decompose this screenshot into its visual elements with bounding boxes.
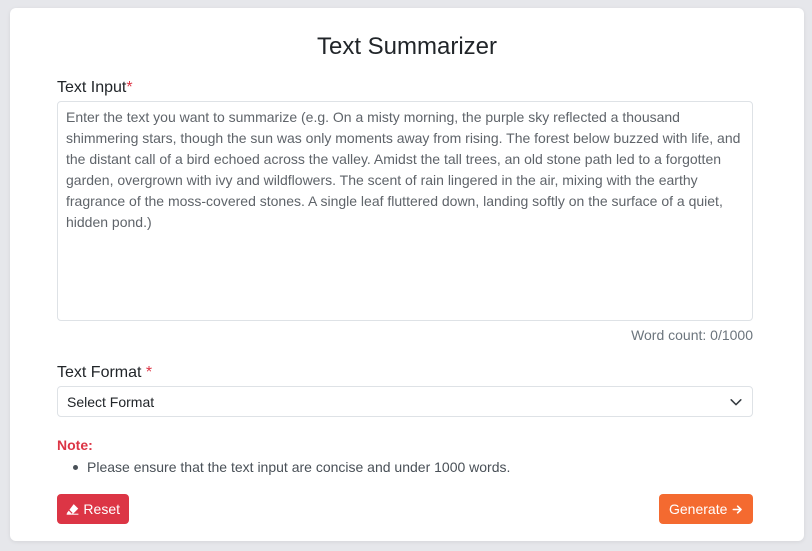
- note-item-text: Please ensure that the text input are co…: [87, 459, 511, 475]
- summarizer-card: Text Summarizer Text Input* Word count: …: [10, 8, 804, 541]
- bullet: [73, 464, 78, 470]
- text-format-label-text: Text Format: [57, 364, 142, 381]
- page-title: Text Summarizer: [316, 33, 498, 60]
- text-input-label: Text Input*: [57, 79, 133, 97]
- note-item: Please ensure that the text input are co…: [73, 459, 510, 475]
- reset-button-label: Reset: [83, 501, 120, 517]
- format-select[interactable]: Select Format: [57, 386, 753, 417]
- text-input-label-text: Text Input: [57, 79, 127, 96]
- text-input-field[interactable]: [57, 101, 753, 321]
- chevron-down-icon: [730, 398, 742, 405]
- generate-button-label: Generate: [669, 501, 728, 517]
- required-mark: *: [145, 364, 153, 381]
- note-list: Please ensure that the text input are co…: [73, 459, 510, 475]
- text-format-label: Text Format *: [57, 364, 152, 382]
- required-mark: *: [126, 79, 133, 96]
- word-count: Word count: 0/1000: [631, 327, 753, 343]
- eraser-icon: [66, 504, 79, 515]
- generate-button[interactable]: Generate: [659, 494, 753, 524]
- format-select-value: Select Format: [67, 393, 155, 410]
- note-title: Note:: [57, 437, 93, 453]
- reset-button[interactable]: Reset: [57, 494, 129, 524]
- arrow-right-icon: [732, 504, 743, 514]
